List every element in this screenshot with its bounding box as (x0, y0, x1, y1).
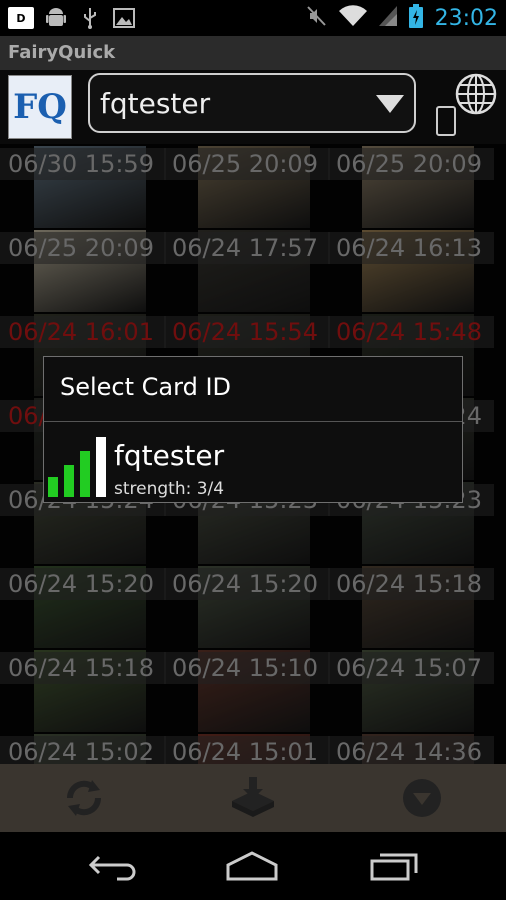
signal-bar-2 (64, 465, 74, 497)
notification-icons: D (8, 6, 136, 30)
app-title: FairyQuick (8, 42, 116, 63)
signal-bar-3 (80, 451, 90, 497)
phone-icon[interactable] (436, 106, 456, 136)
bottom-action-bar (0, 764, 506, 832)
debug-tag-text: D (16, 11, 26, 25)
status-bar: D 23:02 (0, 0, 506, 36)
signal-strength-icon (48, 437, 110, 497)
clock: 23:02 (434, 5, 498, 31)
dropdown-arrow-icon (376, 95, 404, 113)
app-logo: FQ (8, 75, 72, 139)
signal-icon (378, 6, 397, 30)
mute-icon (306, 5, 327, 31)
signal-bar-1 (48, 477, 58, 497)
card-id-selector[interactable]: fqtester (88, 73, 416, 133)
debug-icon: D (8, 7, 34, 29)
globe-icon[interactable] (454, 72, 498, 116)
back-icon[interactable] (82, 848, 142, 884)
logo-text: FQ (13, 87, 67, 127)
navigation-bar (0, 832, 506, 900)
toolbar: FQ fqtester (0, 70, 506, 144)
dropdown-icon[interactable] (398, 776, 446, 820)
gallery-icon (112, 6, 136, 30)
home-icon[interactable] (222, 848, 282, 884)
download-icon[interactable] (229, 776, 277, 820)
card-strength-text: strength: 3/4 (114, 479, 225, 499)
selected-card-value: fqtester (100, 87, 211, 120)
battery-icon (408, 4, 423, 32)
system-icons: 23:02 (306, 4, 498, 32)
select-card-dialog: Select Card ID fqtester strength: 3/4 (43, 356, 463, 503)
card-option-fqtester[interactable]: fqtester (114, 439, 224, 472)
app-title-bar: FairyQuick (0, 36, 506, 70)
signal-bar-4 (96, 437, 106, 497)
usb-icon (78, 6, 102, 30)
dialog-title: Select Card ID (60, 373, 231, 401)
android-icon (44, 6, 68, 30)
recent-apps-icon[interactable] (364, 848, 424, 884)
wifi-icon (338, 5, 367, 31)
dialog-divider (44, 421, 462, 422)
refresh-icon[interactable] (60, 776, 108, 820)
